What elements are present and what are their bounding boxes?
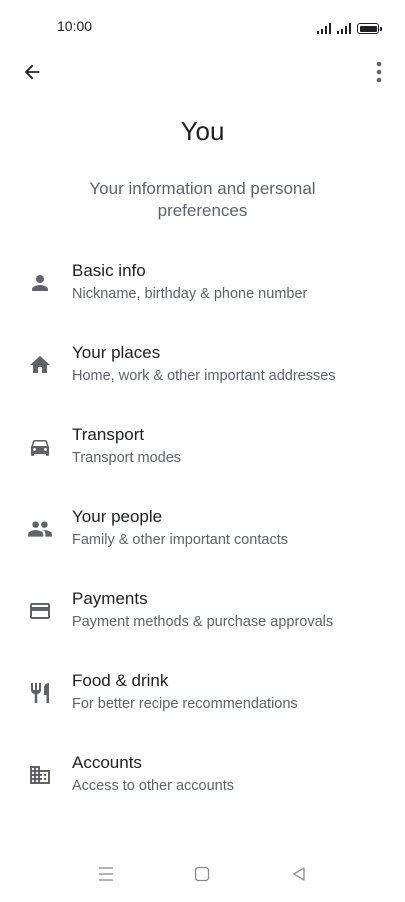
page-subtitle: Your information and personal preference… [89, 179, 316, 220]
signal-icon [317, 22, 331, 34]
more-vert-icon [376, 61, 382, 83]
status-time: 10:00 [57, 18, 93, 34]
back-nav-button[interactable] [287, 862, 311, 886]
menu-item-title: Payments [72, 589, 148, 608]
menu-item-description: For better recipe recommendations [72, 696, 298, 712]
car-icon [26, 433, 54, 461]
menu-item-your-people[interactable]: Your people Family & other important con… [0, 496, 405, 578]
menu-item-payments[interactable]: Payments Payment methods & purchase appr… [0, 578, 405, 660]
menu-item-title: Your people [72, 507, 163, 526]
signal-icon-secondary [337, 22, 351, 34]
menu-item-your-places[interactable]: Your places Home, work & other important… [0, 332, 405, 414]
page-title: You [180, 116, 225, 146]
arrow-back-icon [24, 64, 40, 80]
square-icon [194, 866, 210, 882]
menu-item-description: Home, work & other important addresses [72, 368, 336, 384]
menu-item-title: Food & drink [72, 671, 169, 690]
toolbar [0, 54, 405, 90]
menu-item-description: Transport modes [72, 450, 182, 466]
menu-item-description: Family & other important contacts [72, 532, 288, 548]
person-icon [26, 269, 54, 297]
menu-item-transport[interactable]: Transport Transport modes [0, 414, 405, 496]
menu-item-description: Nickname, birthday & phone number [72, 286, 308, 302]
home-icon [26, 351, 54, 379]
menu-item-title: Your places [72, 343, 161, 362]
settings-menu-list: Basic info Nickname, birthday & phone nu… [0, 250, 405, 824]
menu-lines-icon [99, 867, 113, 881]
people-icon [26, 515, 54, 543]
credit-card-icon [26, 597, 54, 625]
menu-item-description: Access to other accounts [72, 778, 234, 794]
status-bar: 10:00 [0, 0, 405, 54]
triangle-back-icon [293, 867, 305, 881]
system-nav-bar [0, 848, 405, 902]
home-nav-button[interactable] [190, 862, 214, 886]
more-options-button[interactable] [367, 58, 391, 86]
menu-item-description: Payment methods & purchase approvals [72, 614, 334, 630]
menu-item-accounts[interactable]: Accounts Access to other accounts [0, 742, 405, 824]
menu-item-food-drink[interactable]: Food & drink For better recipe recommend… [0, 660, 405, 742]
status-icons [317, 20, 382, 34]
building-icon [26, 761, 54, 789]
recents-button[interactable] [94, 862, 118, 886]
utensils-icon [26, 679, 54, 707]
menu-item-title: Accounts [72, 753, 142, 772]
battery-icon [357, 23, 382, 34]
menu-item-title: Transport [72, 425, 145, 444]
menu-item-title: Basic info [72, 261, 146, 280]
back-button[interactable] [18, 58, 46, 86]
menu-item-basic-info[interactable]: Basic info Nickname, birthday & phone nu… [0, 250, 405, 332]
